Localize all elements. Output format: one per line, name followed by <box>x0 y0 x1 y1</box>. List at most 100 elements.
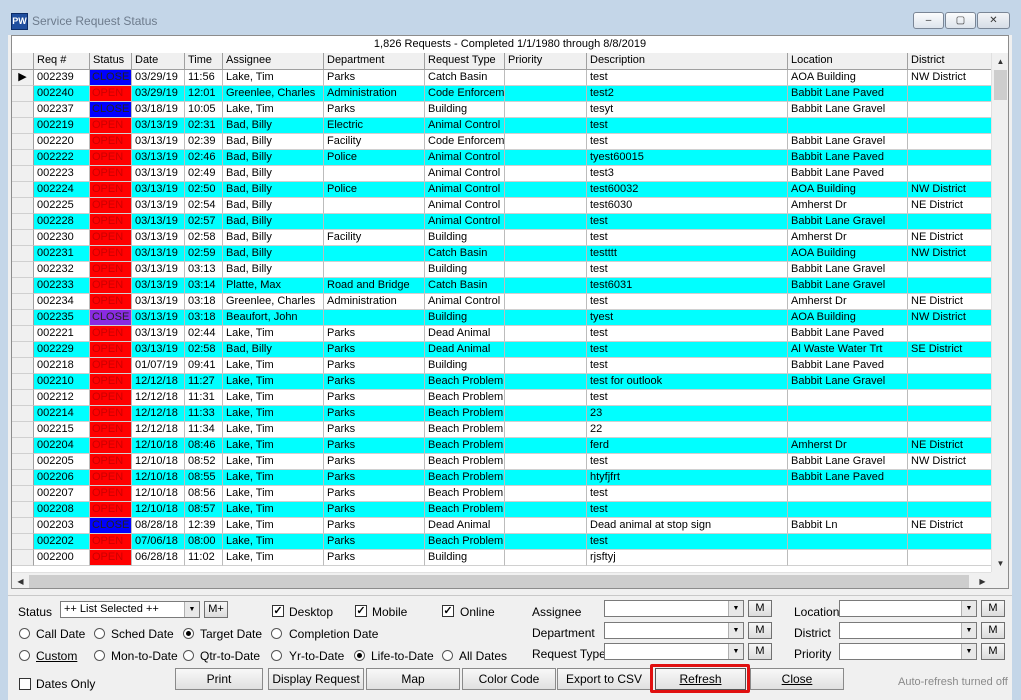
table-cell[interactable]: 08:00 <box>185 534 223 550</box>
table-row[interactable]: 002234 OPEN 03/13/19 03:18 Greenlee, Charles… <box>12 294 1008 310</box>
row-indicator[interactable] <box>12 278 34 294</box>
table-cell[interactable]: NW District <box>908 310 992 326</box>
table-cell[interactable] <box>788 406 908 422</box>
row-indicator[interactable] <box>12 294 34 310</box>
status-cell[interactable]: OPEN <box>90 358 132 374</box>
table-row[interactable]: 002202 OPEN 07/06/18 08:00 Lake, Tim Parks Bea… <box>12 534 1008 550</box>
table-cell[interactable] <box>324 166 425 182</box>
table-cell[interactable]: Babbit Lane Paved <box>788 470 908 486</box>
table-cell[interactable]: Parks <box>324 70 425 86</box>
row-indicator[interactable] <box>12 502 34 518</box>
status-cell[interactable]: OPEN <box>90 374 132 390</box>
table-cell[interactable]: Electric <box>324 118 425 134</box>
assignee-multi-button[interactable]: M <box>748 600 772 617</box>
status-cell[interactable]: OPEN <box>90 294 132 310</box>
table-row[interactable]: 002215 OPEN 12/12/18 11:34 Lake, Tim Parks Bea… <box>12 422 1008 438</box>
table-cell[interactable]: Dead Animal <box>425 326 505 342</box>
table-cell[interactable]: NE District <box>908 198 992 214</box>
table-cell[interactable] <box>908 358 992 374</box>
table-cell[interactable] <box>505 470 587 486</box>
table-cell[interactable] <box>505 486 587 502</box>
table-cell[interactable]: 03/13/19 <box>132 278 185 294</box>
table-row[interactable]: 002220 OPEN 03/13/19 02:39 Bad, Billy Facilit… <box>12 134 1008 150</box>
status-cell[interactable]: OPEN <box>90 534 132 550</box>
table-cell[interactable]: 12/12/18 <box>132 390 185 406</box>
table-cell[interactable]: 03/13/19 <box>132 294 185 310</box>
table-cell[interactable]: Lake, Tim <box>223 374 324 390</box>
district-dropdown[interactable]: ▼ <box>839 622 977 639</box>
table-row[interactable]: 002207 OPEN 12/10/18 08:56 Lake, Tim Parks Bea… <box>12 486 1008 502</box>
table-cell[interactable] <box>505 262 587 278</box>
table-cell[interactable] <box>908 102 992 118</box>
table-cell[interactable]: 03/29/19 <box>132 70 185 86</box>
table-cell[interactable]: Beach Problem <box>425 534 505 550</box>
status-cell[interactable]: OPEN <box>90 390 132 406</box>
target-date-radio[interactable] <box>183 628 194 639</box>
table-cell[interactable]: 002232 <box>34 262 90 278</box>
table-cell[interactable]: Lake, Tim <box>223 406 324 422</box>
maximize-button[interactable]: ▢ <box>945 12 976 29</box>
table-cell[interactable]: Parks <box>324 342 425 358</box>
table-cell[interactable]: 02:49 <box>185 166 223 182</box>
status-cell[interactable]: CLOSE <box>90 518 132 534</box>
scroll-right-icon[interactable]: ▶ <box>974 573 991 588</box>
table-cell[interactable]: test <box>587 70 788 86</box>
table-cell[interactable]: Bad, Billy <box>223 134 324 150</box>
table-cell[interactable]: test <box>587 390 788 406</box>
table-cell[interactable] <box>788 118 908 134</box>
table-cell[interactable]: Babbit Lane Paved <box>788 166 908 182</box>
table-cell[interactable]: 002207 <box>34 486 90 502</box>
table-row[interactable]: 002218 OPEN 01/07/19 09:41 Lake, Tim Parks Bui… <box>12 358 1008 374</box>
desktop-checkbox[interactable]: ✓ <box>272 605 284 617</box>
horizontal-scrollbar[interactable]: ◀ ▶ <box>12 572 991 588</box>
table-cell[interactable]: Babbit Lane Gravel <box>788 214 908 230</box>
table-cell[interactable]: 12/10/18 <box>132 454 185 470</box>
table-cell[interactable]: 03/13/19 <box>132 230 185 246</box>
table-cell[interactable]: 03:18 <box>185 310 223 326</box>
table-cell[interactable]: Babbit Lane Paved <box>788 326 908 342</box>
table-cell[interactable] <box>908 134 992 150</box>
table-cell[interactable]: Amherst Dr <box>788 438 908 454</box>
table-cell[interactable] <box>505 86 587 102</box>
table-cell[interactable]: test <box>587 534 788 550</box>
table-cell[interactable]: Babbit Lane Gravel <box>788 278 908 294</box>
table-cell[interactable]: test for outlook <box>587 374 788 390</box>
table-cell[interactable]: Parks <box>324 390 425 406</box>
display-request-button[interactable]: Display Request <box>268 668 364 690</box>
table-cell[interactable] <box>505 310 587 326</box>
table-cell[interactable]: Beach Problem <box>425 390 505 406</box>
table-cell[interactable] <box>908 214 992 230</box>
table-cell[interactable]: 002220 <box>34 134 90 150</box>
table-cell[interactable]: Administration <box>324 86 425 102</box>
table-cell[interactable]: 03:13 <box>185 262 223 278</box>
status-cell[interactable]: OPEN <box>90 454 132 470</box>
table-cell[interactable] <box>788 550 908 566</box>
table-row[interactable]: 002208 OPEN 12/10/18 08:57 Lake, Tim Parks Bea… <box>12 502 1008 518</box>
status-cell[interactable]: OPEN <box>90 342 132 358</box>
table-cell[interactable]: 002200 <box>34 550 90 566</box>
table-cell[interactable]: Code Enforcement <box>425 134 505 150</box>
table-cell[interactable]: test60032 <box>587 182 788 198</box>
table-cell[interactable]: ferd <box>587 438 788 454</box>
table-row[interactable]: 002224 OPEN 03/13/19 02:50 Bad, Billy Police A… <box>12 182 1008 198</box>
table-row[interactable]: 002210 OPEN 12/12/18 11:27 Lake, Tim Parks Bea… <box>12 374 1008 390</box>
table-cell[interactable]: Building <box>425 230 505 246</box>
table-cell[interactable]: 02:58 <box>185 342 223 358</box>
export-csv-button[interactable]: Export to CSV <box>557 668 651 690</box>
status-cell[interactable]: OPEN <box>90 406 132 422</box>
table-row[interactable]: 002231 OPEN 03/13/19 02:59 Bad, Billy Catch B… <box>12 246 1008 262</box>
table-cell[interactable]: Building <box>425 262 505 278</box>
table-cell[interactable]: Bad, Billy <box>223 198 324 214</box>
location-multi-button[interactable]: M <box>981 600 1005 617</box>
table-cell[interactable]: 002205 <box>34 454 90 470</box>
table-row[interactable]: 002235 CLOSE 03/13/19 03:18 Beaufort, John Bu… <box>12 310 1008 326</box>
table-cell[interactable]: Bad, Billy <box>223 150 324 166</box>
status-cell[interactable]: OPEN <box>90 214 132 230</box>
table-cell[interactable]: 22 <box>587 422 788 438</box>
table-cell[interactable] <box>908 550 992 566</box>
column-header[interactable]: Department <box>324 53 425 69</box>
table-cell[interactable] <box>324 262 425 278</box>
table-cell[interactable]: Lake, Tim <box>223 550 324 566</box>
table-cell[interactable]: Platte, Max <box>223 278 324 294</box>
table-cell[interactable]: Lake, Tim <box>223 326 324 342</box>
